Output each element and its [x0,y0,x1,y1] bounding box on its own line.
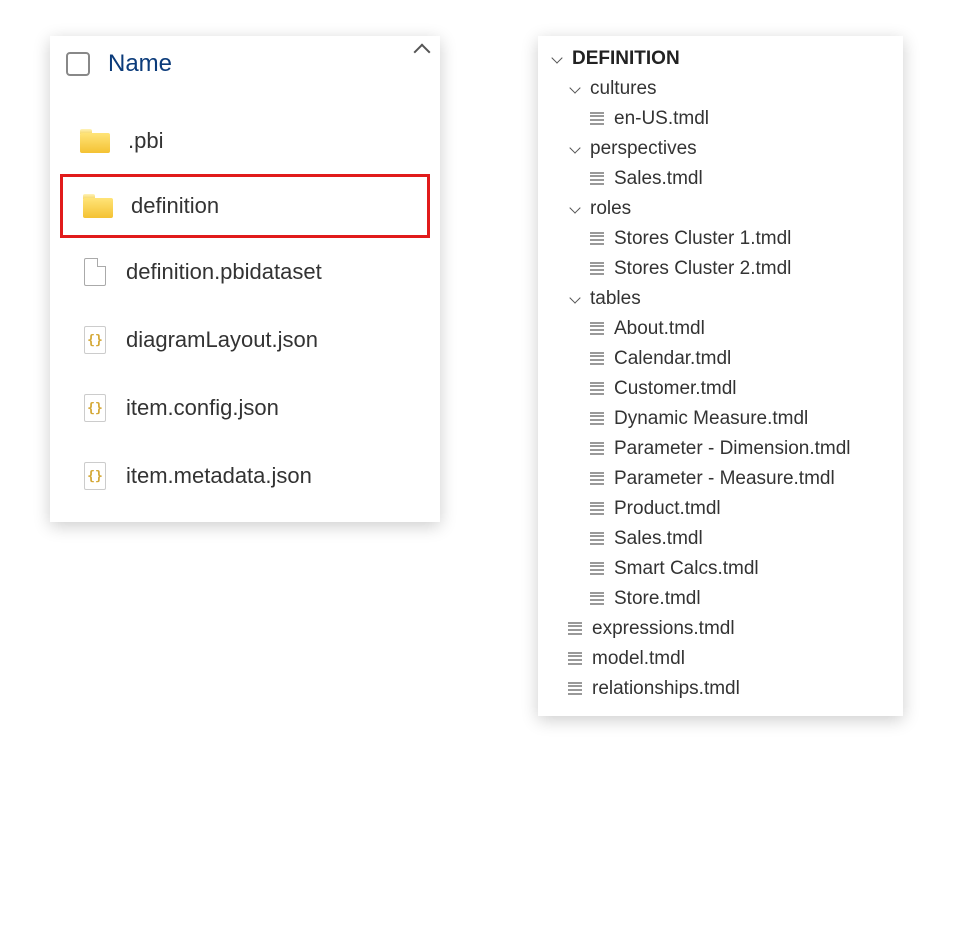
tree-view-panel: DEFINITION cultures en-US.tmdl perspective… [538,36,903,716]
file-lines-icon [590,382,604,396]
tree-file-label: model.tmdl [592,648,685,670]
tree-file-label: Stores Cluster 1.tmdl [614,228,791,250]
tree-file-relationships-tmdl[interactable]: relationships.tmdl [542,674,899,704]
tree-file-label: relationships.tmdl [592,678,740,700]
tree-file-Parameter---Dimension-tmdl[interactable]: Parameter - Dimension.tmdl [542,434,899,464]
tree-file-Sales-tmdl[interactable]: Sales.tmdl [542,524,899,554]
file-lines-icon [590,262,604,276]
tree-file-label: en-US.tmdl [614,108,709,130]
tree-file-Stores-Cluster-1-tmdl[interactable]: Stores Cluster 1.tmdl [542,224,899,254]
file-lines-icon [568,652,582,666]
item-label: item.metadata.json [126,463,312,489]
file-lines-icon [590,352,604,366]
file-lines-icon [568,622,582,636]
tree-folder-label: tables [590,288,641,310]
file-lines-icon [590,322,604,336]
explorer-item-definition[interactable]: definition [60,174,430,238]
item-label: definition [131,193,219,219]
tree-folder-label: perspectives [590,138,697,160]
tree-root[interactable]: DEFINITION [542,44,899,74]
file-lines-icon [590,112,604,126]
json-file-icon: {} [84,326,106,354]
chevron-down-icon [568,292,582,306]
tree-folder-label: cultures [590,78,657,100]
tree-file-label: Parameter - Dimension.tmdl [614,438,851,460]
tree-file-Calendar-tmdl[interactable]: Calendar.tmdl [542,344,899,374]
file-lines-icon [590,502,604,516]
file-lines-icon [590,562,604,576]
explorer-item-diagramLayout-json[interactable]: {} diagramLayout.json [50,306,440,374]
file-lines-icon [590,232,604,246]
tree-file-Sales-tmdl[interactable]: Sales.tmdl [542,164,899,194]
tree-file-Product-tmdl[interactable]: Product.tmdl [542,494,899,524]
file-lines-icon [590,472,604,486]
tree-file-label: Smart Calcs.tmdl [614,558,759,580]
tree-file-en-US-tmdl[interactable]: en-US.tmdl [542,104,899,134]
tree-file-Customer-tmdl[interactable]: Customer.tmdl [542,374,899,404]
file-lines-icon [590,442,604,456]
column-header-name[interactable]: Name [108,50,172,78]
chevron-down-icon [568,202,582,216]
chevron-down-icon [568,82,582,96]
tree-file-Stores-Cluster-2-tmdl[interactable]: Stores Cluster 2.tmdl [542,254,899,284]
tree-file-label: Customer.tmdl [614,378,736,400]
file-icon [84,258,106,286]
tree-file-Smart-Calcs-tmdl[interactable]: Smart Calcs.tmdl [542,554,899,584]
tree-file-label: Parameter - Measure.tmdl [614,468,835,490]
file-lines-icon [590,532,604,546]
json-file-icon: {} [84,394,106,422]
tree-folder-label: roles [590,198,631,220]
file-lines-icon [590,412,604,426]
chevron-down-icon [550,52,564,66]
folder-icon [83,194,113,218]
select-all-checkbox[interactable] [66,52,90,76]
file-lines-icon [590,172,604,186]
file-lines-icon [568,682,582,696]
tree-file-Store-tmdl[interactable]: Store.tmdl [542,584,899,614]
item-label: definition.pbidataset [126,259,322,285]
explorer-header: Name [50,36,440,88]
tree-file-label: Sales.tmdl [614,528,703,550]
tree-folder-cultures[interactable]: cultures [542,74,899,104]
explorer-item--pbi[interactable]: .pbi [50,108,440,174]
tree-file-Dynamic-Measure-tmdl[interactable]: Dynamic Measure.tmdl [542,404,899,434]
file-lines-icon [590,592,604,606]
tree-folder-roles[interactable]: roles [542,194,899,224]
item-label: diagramLayout.json [126,327,318,353]
tree-file-Parameter---Measure-tmdl[interactable]: Parameter - Measure.tmdl [542,464,899,494]
item-label: .pbi [128,128,163,154]
explorer-list: .pbi definition definition.pbidataset {} dia… [50,88,440,522]
tree-file-About-tmdl[interactable]: About.tmdl [542,314,899,344]
folder-icon [80,129,110,153]
tree-file-label: Stores Cluster 2.tmdl [614,258,791,280]
tree-folder-perspectives[interactable]: perspectives [542,134,899,164]
tree-file-label: Store.tmdl [614,588,701,610]
chevron-down-icon [568,142,582,156]
item-label: item.config.json [126,395,279,421]
tree-file-model-tmdl[interactable]: model.tmdl [542,644,899,674]
json-file-icon: {} [84,462,106,490]
file-explorer-panel: Name .pbi definition definition.pbidataset… [50,36,440,522]
tree-file-label: Sales.tmdl [614,168,703,190]
explorer-item-definition-pbidataset[interactable]: definition.pbidataset [50,238,440,306]
explorer-item-item-config-json[interactable]: {} item.config.json [50,374,440,442]
tree-file-label: expressions.tmdl [592,618,735,640]
explorer-item-item-metadata-json[interactable]: {} item.metadata.json [50,442,440,510]
tree-file-label: Product.tmdl [614,498,721,520]
tree-root-label: DEFINITION [572,48,680,70]
tree-file-label: About.tmdl [614,318,705,340]
tree-file-label: Calendar.tmdl [614,348,731,370]
tree-file-label: Dynamic Measure.tmdl [614,408,808,430]
tree-folder-tables[interactable]: tables [542,284,899,314]
tree-file-expressions-tmdl[interactable]: expressions.tmdl [542,614,899,644]
